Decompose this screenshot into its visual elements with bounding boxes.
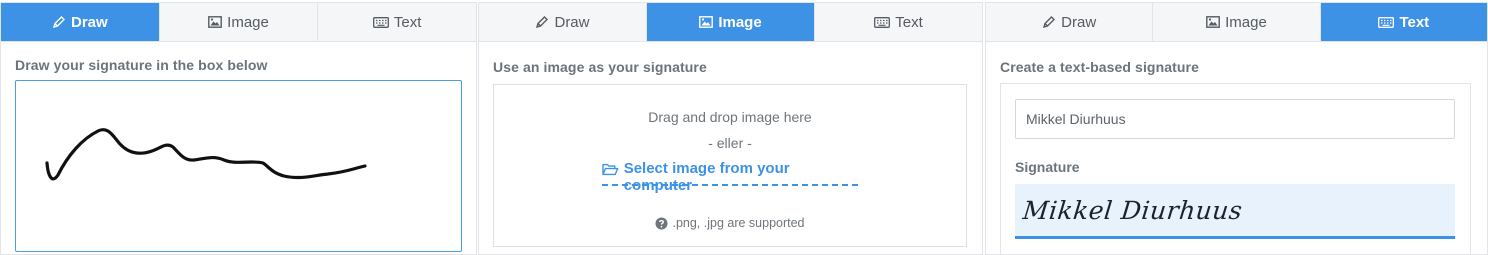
signature-preview: Mikkel Diurhuus <box>1015 184 1455 239</box>
select-image-label: Select image from your computer <box>623 160 790 194</box>
text-signature-panel: Draw Image Text Create a text-based sign… <box>985 2 1488 255</box>
image-heading: Use an image as your signature <box>493 59 707 75</box>
question-circle-icon <box>655 217 668 229</box>
keyboard-icon <box>874 16 891 28</box>
signature-tabs: Draw Image Text <box>986 3 1487 42</box>
image-icon <box>208 16 223 28</box>
text-heading: Create a text-based signature <box>1000 59 1199 75</box>
signature-preview-text: Mikkel Diurhuus <box>1021 196 1244 225</box>
pen-icon <box>1043 16 1056 29</box>
image-icon <box>699 16 714 28</box>
tab-draw[interactable]: Draw <box>986 3 1154 41</box>
tab-text-label: Text <box>895 13 923 31</box>
pen-icon <box>536 16 549 29</box>
tab-text-label: Text <box>1399 13 1430 31</box>
tab-text[interactable]: Text <box>815 3 982 41</box>
tab-image-label: Image <box>227 13 269 31</box>
signature-tabs: Draw Image Text <box>1 3 477 42</box>
tab-draw[interactable]: Draw <box>1 3 160 41</box>
tab-image-label: Image <box>1225 13 1267 31</box>
image-icon <box>1206 16 1221 28</box>
image-signature-panel: Draw Image Text Use an image as your sig… <box>478 2 983 255</box>
image-drop-zone[interactable]: Drag and drop image here - eller - Selec… <box>493 84 967 247</box>
keyboard-icon <box>372 16 389 28</box>
supported-formats: .png, .jpg are supported <box>494 216 966 230</box>
tab-image[interactable]: Image <box>159 3 319 41</box>
draw-signature-panel: Draw Image Text Draw your signature in t… <box>0 2 477 255</box>
tab-text[interactable]: Text <box>1320 3 1487 41</box>
tab-draw[interactable]: Draw <box>479 3 647 41</box>
drawn-signature-stroke <box>45 128 367 181</box>
tab-text[interactable]: Text <box>318 3 477 41</box>
tab-draw-label: Draw <box>70 13 108 31</box>
signature-draw-canvas[interactable] <box>15 80 462 252</box>
drop-instruction: Drag and drop image here <box>648 109 812 125</box>
text-signature-box: Signature Mikkel Diurhuus <box>1000 83 1471 255</box>
supported-formats-text: .png, .jpg are supported <box>672 216 805 230</box>
draw-heading: Draw your signature in the box below <box>15 57 268 73</box>
tab-image[interactable]: Image <box>647 3 815 41</box>
select-image-link[interactable]: Select image from your computer <box>602 160 858 194</box>
folder-open-icon <box>602 163 619 176</box>
signature-tabs: Draw Image Text <box>479 3 982 42</box>
tab-draw-label: Draw <box>1061 13 1097 31</box>
signature-label: Signature <box>1015 159 1080 175</box>
pen-icon <box>52 16 65 29</box>
signature-name-input[interactable] <box>1015 99 1455 139</box>
tab-draw-label: Draw <box>554 13 590 31</box>
or-separator: - eller - <box>708 135 752 151</box>
tab-image[interactable]: Image <box>1153 3 1321 41</box>
tab-image-label: Image <box>718 13 762 31</box>
keyboard-icon <box>1378 16 1395 28</box>
tab-text-label: Text <box>393 13 422 31</box>
